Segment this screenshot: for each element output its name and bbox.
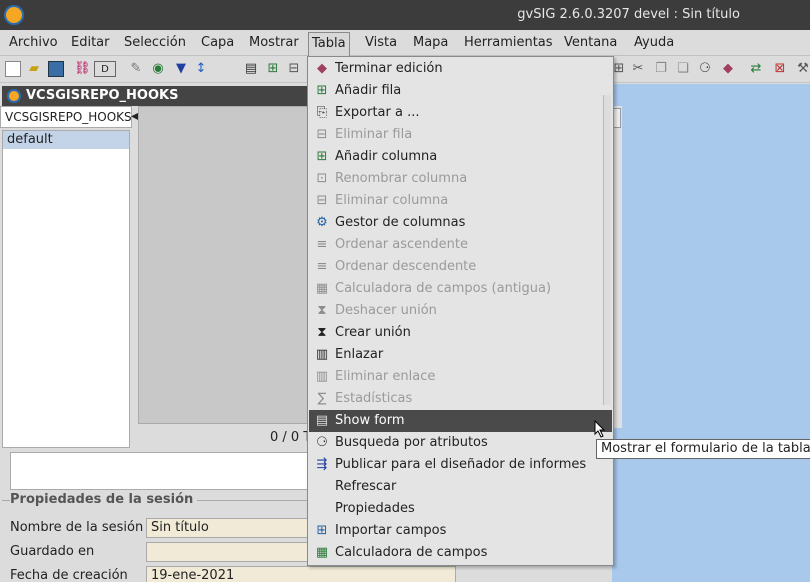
delete-column-icon: ⊟ [316, 193, 328, 208]
menu-item-terminar-edicion[interactable]: ◆ Terminar edición [309, 58, 612, 80]
binoculars-icon: ⚆ [316, 435, 328, 450]
session-legend: Propiedades de la sesión [10, 492, 198, 507]
menu-vista[interactable]: Vista [362, 34, 400, 54]
tabla-menu: ◆ Terminar edición ⊞ Añadir fila ⎘ Exportar… [307, 56, 614, 566]
description-field[interactable] [10, 452, 310, 490]
menu-item-refrescar[interactable]: Refrescar [309, 476, 612, 498]
link-table-icon: ▥ [315, 347, 329, 362]
tools-icon[interactable]: ⚒ [795, 61, 810, 77]
undo-join-icon: ⧗ [317, 303, 327, 318]
menu-item-calculadora-antigua[interactable]: ▦ Calculadora de campos (antigua) [309, 278, 612, 300]
binoculars-icon[interactable]: ⚆ [697, 61, 713, 77]
sort-asc-icon: ≡ [316, 237, 328, 252]
menu-item-deshacer-union[interactable]: ⧗ Deshacer unión [309, 300, 612, 322]
creation-date-field[interactable]: 19-ene-2021 [146, 566, 456, 582]
globe-icon[interactable]: ◉ [150, 61, 166, 77]
calculator-old-icon: ▦ [315, 281, 329, 296]
title-bar: gvSIG 2.6.0.3207 devel : Sin título [0, 0, 810, 30]
menu-tabla[interactable]: Tabla [308, 32, 350, 56]
menu-item-anadir-columna[interactable]: ⊞ Añadir columna [309, 146, 612, 168]
filter-icon[interactable]: ▼ [173, 61, 189, 77]
menu-item-eliminar-columna[interactable]: ⊟ Eliminar columna [309, 190, 612, 212]
menu-item-ordenar-ascendente[interactable]: ≡ Ordenar ascendente [309, 234, 612, 256]
rename-column-icon: ⊡ [316, 171, 328, 186]
menu-item-publicar-disenador[interactable]: ⇶ Publicar para el diseñador de informes [309, 454, 612, 476]
creation-date-label: Fecha de creación [10, 568, 128, 582]
delete-row-icon: ⊟ [316, 127, 328, 142]
menu-capa[interactable]: Capa [198, 34, 237, 54]
print-icon[interactable]: ▤ [243, 61, 259, 77]
table-list: default [2, 130, 130, 448]
new-icon[interactable] [5, 61, 21, 77]
row-count: 0 / 0 T [270, 430, 312, 445]
menu-ayuda[interactable]: Ayuda [631, 34, 677, 54]
cube-icon: ◆ [317, 61, 327, 76]
link-icon[interactable]: ⛓ [74, 61, 91, 77]
menu-item-renombrar-columna[interactable]: ⊡ Renombrar columna [309, 168, 612, 190]
list-item[interactable]: default [3, 131, 129, 149]
calculator-icon: ▦ [315, 545, 329, 560]
statistics-icon: ∑ [317, 391, 327, 406]
menu-archivo[interactable]: Archivo [6, 34, 61, 54]
join-icon: ⧗ [317, 325, 327, 340]
document-logo-icon [7, 89, 21, 103]
export-icon: ⎘ [316, 105, 328, 120]
menu-item-gestor-columnas[interactable]: ⚙ Gestor de columnas [309, 212, 612, 234]
tooltip: Mostrar el formulario de la tabla [596, 439, 810, 459]
desktop-background [612, 84, 810, 582]
menu-mapa[interactable]: Mapa [410, 34, 451, 54]
sort-desc-icon: ≡ [316, 259, 328, 274]
copy-icon[interactable]: ❐ [653, 61, 669, 77]
column-manager-icon: ⚙ [316, 215, 328, 230]
menu-ventana[interactable]: Ventana [561, 34, 620, 54]
menu-mostrar[interactable]: Mostrar [246, 34, 302, 54]
transfer-icon[interactable]: ⇄ [748, 61, 764, 77]
menu-item-busqueda-atributos[interactable]: ⚆ Busqueda por atributos [309, 432, 612, 454]
unlink-icon: ▥ [315, 369, 329, 384]
table-tab[interactable]: VCSGISREPO_HOOKS [0, 106, 132, 128]
paste-icon[interactable]: ❏ [675, 61, 691, 77]
menu-bar: Archivo Editar Selección Capa Mostrar Ta… [0, 30, 810, 56]
session-name-label: Nombre de la sesión [10, 520, 144, 535]
menu-item-importar-campos[interactable]: ⊞ Importar campos [309, 520, 612, 542]
cut-icon[interactable]: ✂ [630, 61, 646, 77]
menu-editar[interactable]: Editar [68, 34, 113, 54]
menu-item-anadir-fila[interactable]: ⊞ Añadir fila [309, 80, 612, 102]
document-title: VCSGISREPO_HOOKS [26, 88, 179, 103]
menu-item-eliminar-enlace[interactable]: ▥ Eliminar enlace [309, 366, 612, 388]
table-add-icon[interactable]: ⊞ [265, 61, 281, 77]
menu-item-enlazar[interactable]: ▥ Enlazar [309, 344, 612, 366]
saved-in-label: Guardado en [10, 544, 95, 559]
table-grid[interactable] [138, 106, 308, 424]
menu-item-crear-union[interactable]: ⧗ Crear unión [309, 322, 612, 344]
table-icon[interactable]: ⊟ [286, 61, 302, 77]
form-icon: ▤ [315, 413, 329, 428]
grid-icon[interactable]: ⊠ [772, 61, 788, 77]
menu-herramientas[interactable]: Herramientas [461, 34, 556, 54]
save-icon[interactable] [48, 61, 64, 77]
publish-icon: ⇶ [316, 457, 328, 472]
menu-item-estadisticas[interactable]: ∑ Estadísticas [309, 388, 612, 410]
menu-item-show-form[interactable]: ▤ Show form [309, 410, 612, 432]
menu-seleccion[interactable]: Selección [121, 34, 189, 54]
mouse-cursor-icon [594, 420, 606, 438]
import-fields-icon: ⊞ [316, 523, 328, 538]
app-logo-icon [4, 5, 24, 25]
menu-item-eliminar-fila[interactable]: ⊟ Eliminar fila [309, 124, 612, 146]
menu-item-exportar[interactable]: ⎘ Exportar a ... [309, 102, 612, 124]
menu-item-ordenar-descendente[interactable]: ≡ Ordenar descendente [309, 256, 612, 278]
cube-icon[interactable]: ◆ [720, 61, 736, 77]
brush-icon[interactable]: ✎ [128, 61, 144, 77]
dropdown-icon[interactable]: D [94, 61, 116, 77]
menu-item-propiedades[interactable]: Propiedades [309, 498, 612, 520]
sort-icon[interactable]: ↕ [193, 61, 209, 77]
window-title: gvSIG 2.6.0.3207 devel : Sin título [517, 7, 740, 22]
add-row-icon: ⊞ [316, 83, 328, 98]
add-column-icon: ⊞ [316, 149, 328, 164]
open-icon[interactable]: ▰ [26, 61, 42, 77]
menu-item-calculadora-campos[interactable]: ▦ Calculadora de campos [309, 542, 612, 564]
